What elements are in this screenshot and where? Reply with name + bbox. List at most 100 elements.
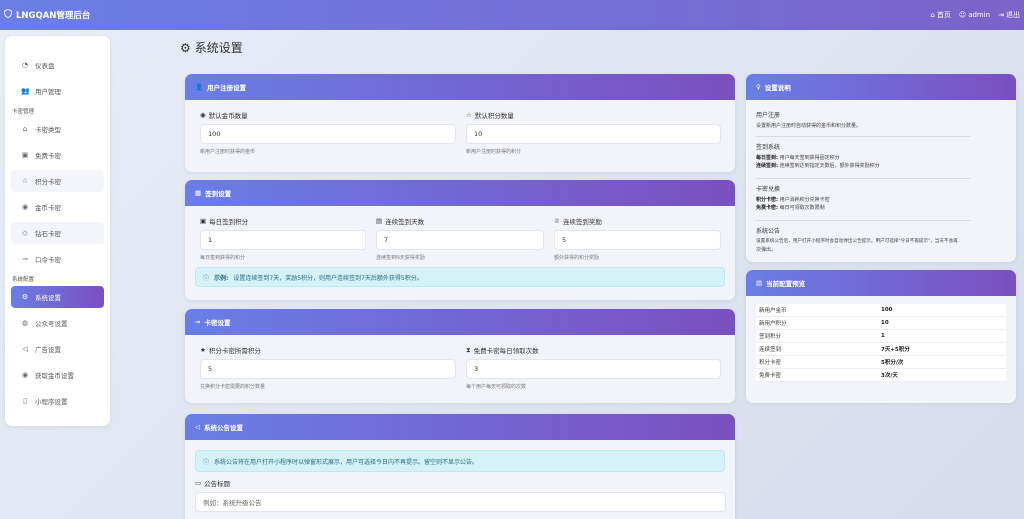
star-icon: ☆: [21, 177, 29, 185]
table-row: 新用户积分 10: [756, 317, 1006, 330]
checkin-settings-card: ▦ 签到设置 ▣ 每日签到积分 1 每日签到获得的积分 ▤ 连续签到天数 7 连续签…: [185, 180, 735, 300]
notice-title-input[interactable]: 例如：系统升级公告: [195, 492, 726, 512]
home-link[interactable]: ⌂ 首页: [930, 10, 950, 20]
logout-link[interactable]: ⇥ 退出: [998, 10, 1020, 20]
free-card-limit-help: 每个用户每天可领取的次数: [466, 384, 527, 390]
logout-icon: ⇥: [998, 11, 1004, 19]
streak-days-label: 连续签到天数: [385, 218, 425, 226]
page-title: ⚙ 系统设置: [180, 40, 243, 56]
sidebar-item-dashboard[interactable]: ◔ 仪表盘: [11, 54, 104, 76]
sidebar-group-system: 系统配置: [12, 277, 35, 283]
help-section-register: 用户注册 设置新用户注册时自动获得的金币和积分数量。: [756, 112, 862, 129]
default-coins-input[interactable]: 100: [200, 124, 456, 144]
register-settings-card: 👤 用户注册设置 ◉ 默认金币数量 100 新用户注册时获得的金币 ☆ 默认积分数量…: [185, 74, 735, 172]
star-filled-icon: ★: [200, 346, 206, 354]
hourglass-icon: ⧗: [466, 345, 471, 354]
info-icon: ⓘ: [203, 458, 210, 466]
sidebar: ◔ 仪表盘 👥 用户管理 卡密管理 ⌂ 卡密类型 ▣ 免费卡密 ☆ 积分卡密 ◉ 金币卡密 …: [5, 36, 110, 426]
brand-title: LNGQAN管理后台: [16, 11, 91, 21]
default-coins-help: 新用户注册时获得的金币: [200, 149, 256, 155]
checkin-example-alert: ⓘ 示例: 设置连续签到7天，奖励5积分，则用户连续签到7天后额外获得5积分。: [195, 267, 725, 287]
cardkey-settings-card: ⊸ 卡密设置 ★ 积分卡密所需积分 5 兑换积分卡密需要的积分数量 ⧗ 免费卡密每日…: [185, 309, 735, 403]
user-menu[interactable]: ☺ admin: [959, 11, 990, 19]
gear-icon: ⚙: [180, 40, 191, 55]
home-icon: ⌂: [930, 11, 935, 19]
coin-icon: ◉: [21, 203, 29, 211]
gift-icon: ▣: [200, 217, 207, 225]
tag-icon: ⌂: [22, 125, 28, 133]
shield-icon: [4, 9, 12, 21]
sidebar-item-miniapp[interactable]: ▯ 小程序设置: [11, 390, 104, 412]
table-row: 新用户金币 100: [756, 304, 1006, 317]
cardkey-settings-header: ⊸ 卡密设置: [185, 309, 735, 335]
sidebar-item-coin-settings[interactable]: ◉ 获取金币设置: [11, 364, 104, 386]
default-points-help: 新用户注册时获得的积分: [466, 149, 522, 155]
sidebar-item-ads[interactable]: ◁ 广告设置: [11, 338, 104, 360]
sidebar-item-wechat[interactable]: ◍ 公众号设置: [11, 312, 104, 334]
users-icon: 👥: [21, 87, 30, 95]
default-points-input[interactable]: 10: [466, 124, 721, 144]
sidebar-item-free-cards[interactable]: ▣ 免费卡密: [11, 144, 104, 166]
top-bar: LNGQAN管理后台 ⌂ 首页 ☺ admin ⇥ 退出: [0, 0, 1024, 30]
point-card-cost-label: 积分卡密所需积分: [208, 347, 261, 355]
table-row: 连续签到 7天+5积分: [756, 343, 1006, 356]
coin-icon: ◉: [200, 111, 206, 119]
help-section-notice: 系统公告 设置系统公告后，用户打开小程序时会自动弹出公告提示。用户可选择"今日不…: [756, 228, 958, 253]
streak-days-help: 连续签到N天获得奖励: [376, 255, 425, 261]
gift-icon: ▣: [21, 151, 29, 159]
sidebar-item-users[interactable]: 👥 用户管理: [11, 80, 104, 102]
trophy-icon: ♕: [554, 217, 560, 225]
notice-settings-card: ◁ 系统公告设置 ⓘ 系统公告将在用户打开小程序时以弹窗形式展示，用户可选择今日…: [185, 414, 735, 519]
info-icon: ⓘ: [203, 274, 210, 282]
brand[interactable]: LNGQAN管理后台: [4, 9, 90, 21]
settings-help-header: ♀ 设置说明: [746, 74, 1016, 100]
sidebar-group-card: 卡密管理: [12, 109, 35, 115]
sidebar-item-card-types[interactable]: ⌂ 卡密类型: [11, 118, 104, 140]
point-card-cost-input[interactable]: 5: [200, 359, 456, 379]
help-section-cardkey: 卡密兑换 积分卡密: 用户消耗积分兑换卡密 免费卡密: 每日可领取次数限制: [756, 186, 830, 211]
point-card-cost-help: 兑换积分卡密需要的积分数量: [200, 384, 266, 390]
help-section-checkin: 签到系统 每日签到: 用户每天签到获得固定积分 连续签到: 连续签到达到指定天数…: [756, 144, 880, 169]
daily-checkin-input[interactable]: 1: [200, 230, 366, 250]
settings-help-card: ♀ 设置说明 用户注册 设置新用户注册时自动获得的金币和积分数量。 签到系统 每…: [746, 74, 1016, 262]
megaphone-icon: ◁: [195, 423, 200, 431]
table-row: 免费卡密 3次/天: [756, 369, 1006, 382]
notice-title-label: 公告标题: [204, 480, 231, 488]
star-icon: ☆: [466, 111, 472, 119]
divider: [756, 178, 971, 179]
divider: [756, 136, 971, 137]
config-preview-table: 新用户金币 100 新用户积分 10 签到积分 1 连续签到 7天+5积分 积分卡密 5积…: [756, 304, 1006, 382]
streak-bonus-label: 连续签到奖励: [562, 218, 602, 226]
register-settings-header: 👤 用户注册设置: [185, 74, 735, 100]
sidebar-item-system-settings[interactable]: ⚙ 系统设置: [11, 286, 104, 308]
key-icon: ⊸: [195, 318, 201, 326]
config-preview-header: ▤ 当前配置预览: [746, 270, 1016, 296]
megaphone-icon: ◁: [22, 345, 28, 353]
sidebar-item-point-cards[interactable]: ☆ 积分卡密: [11, 170, 104, 192]
lightbulb-icon: ♀: [756, 83, 761, 91]
phone-icon: ▯: [23, 397, 27, 405]
wechat-icon: ◍: [21, 319, 29, 327]
user-icon: ☺: [958, 11, 967, 19]
daily-checkin-help: 每日签到获得的积分: [200, 255, 246, 261]
config-preview-card: ▤ 当前配置预览 新用户金币 100 新用户积分 10 签到积分 1 连续签到 7天+5…: [746, 270, 1016, 403]
notice-settings-header: ◁ 系统公告设置: [185, 414, 735, 440]
streak-bonus-help: 额外获得的积分奖励: [554, 255, 600, 261]
sidebar-item-coin-cards[interactable]: ◉ 金币卡密: [11, 196, 104, 218]
calendar-icon: ▤: [376, 217, 383, 225]
coin-icon: ◉: [21, 371, 29, 379]
heading-icon: ▭: [195, 479, 202, 487]
user-plus-icon: 👤: [195, 83, 204, 91]
checkin-settings-header: ▦ 签到设置: [185, 180, 735, 206]
sidebar-item-diamond-cards[interactable]: ◇ 钻石卡密: [11, 222, 104, 244]
free-card-limit-input[interactable]: 3: [466, 359, 721, 379]
default-points-label: 默认积分数量: [474, 112, 514, 120]
streak-bonus-input[interactable]: 5: [554, 230, 721, 250]
dashboard-icon: ◔: [21, 61, 29, 69]
default-coins-label: 默认金币数量: [208, 112, 248, 120]
table-row: 积分卡密 5积分/次: [756, 356, 1006, 369]
streak-days-input[interactable]: 7: [376, 230, 544, 250]
sidebar-item-password-cards[interactable]: ⊸ 口令卡密: [11, 248, 104, 270]
key-icon: ⊸: [22, 255, 28, 263]
diamond-icon: ◇: [22, 229, 28, 237]
